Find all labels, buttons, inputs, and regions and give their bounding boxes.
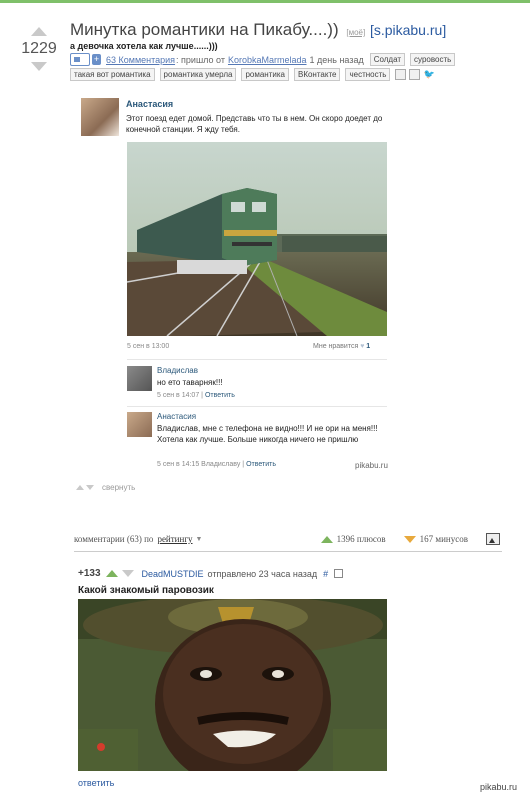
watermark: pikabu.ru (355, 461, 388, 470)
comment-text: Какой знакомый паровозик (78, 585, 214, 596)
comment-score: +133 (78, 568, 101, 579)
comment-time: отправлено 23 часа назад (207, 568, 318, 579)
posted-by-label: : пришло от (176, 54, 225, 65)
sort-select[interactable]: рейтингу (157, 534, 192, 544)
like-count: 1 (366, 343, 371, 350)
downvote-arrow-icon[interactable] (121, 570, 134, 577)
image-icon[interactable] (395, 69, 407, 80)
reply-meta: 5 сен в 14:15 Владиславу | Ответить (157, 461, 276, 468)
avatar (81, 98, 119, 136)
reply-link[interactable]: ответить (78, 778, 114, 788)
vk-reply: Анастасия Владислав, мне с телефона не в… (127, 412, 389, 474)
tag-item[interactable]: такая вот романтика (70, 68, 155, 81)
link-icon[interactable] (409, 69, 421, 80)
downvote-arrow-icon[interactable] (31, 62, 47, 71)
vk-post-screenshot: Анастасия Этот поезд едет домой. Предста… (75, 92, 395, 482)
minuses-stat: 167 минусов (419, 534, 468, 544)
comment-image (78, 599, 387, 771)
divider (127, 359, 387, 360)
comments-count-label: комментарии (63) по (74, 534, 154, 544)
reply-text: но ето таварняк!!! (157, 378, 223, 387)
train-photo (127, 142, 387, 336)
tags-row: такая вот романтика романтика умерла ром… (70, 68, 435, 81)
reply-author: Владислав (157, 366, 198, 375)
image-toggle-icon[interactable] (486, 533, 500, 545)
upvote-arrow-icon[interactable] (105, 570, 118, 577)
post-title[interactable]: Минутка романтики на Пикабу....)) (70, 20, 339, 39)
minus-arrow-icon (403, 535, 416, 543)
comments-icon[interactable] (70, 53, 90, 66)
post-vote-block: 1229 (18, 22, 60, 75)
post-source[interactable]: [s.pikabu.ru] (370, 22, 446, 38)
heart-icon: ♥ (360, 343, 365, 350)
author-link[interactable]: KorobkaMarmelada (228, 55, 307, 65)
tag-item[interactable]: ВКонтакте (293, 68, 341, 81)
posted-time: 1 день назад (309, 54, 364, 65)
divider (74, 551, 502, 552)
train-image (127, 142, 387, 336)
downvote-arrow-icon[interactable] (86, 485, 94, 490)
add-icon[interactable]: + (92, 54, 101, 65)
upvote-arrow-icon[interactable] (31, 27, 47, 36)
vk-author-name: Анастасия (126, 99, 174, 109)
pluses-stat: 1396 плюсов 167 минусов (320, 533, 500, 545)
comment-meta: +133 DeadMUSTDIE отправлено 23 часа наза… (78, 568, 498, 579)
avatar (127, 412, 152, 437)
comments-bar: комментарии (63) по рейтингу ▼ 1396 плюс… (74, 533, 500, 545)
comment-permalink[interactable]: # (323, 569, 328, 579)
comments-link[interactable]: 63 Комментария (106, 55, 175, 65)
divider (127, 406, 387, 407)
tag-item[interactable]: честность (345, 68, 391, 81)
collapse-box-icon[interactable] (334, 569, 344, 578)
vk-reply: Владислав но ето таварняк!!! 5 сен в 14:… (127, 366, 389, 406)
reply-author: Анастасия (157, 412, 197, 421)
comment-item: +133 DeadMUSTDIE отправлено 23 часа наза… (78, 568, 498, 788)
tag-item[interactable]: Солдат (369, 53, 406, 66)
twitter-icon[interactable]: 🐦 (423, 69, 434, 80)
comment-author[interactable]: DeadMUSTDIE (142, 569, 204, 579)
tag-item[interactable]: романтика (241, 68, 289, 81)
tag-item[interactable]: суровость (410, 53, 456, 66)
post-score: 1229 (21, 40, 57, 57)
watermark: pikabu.ru (480, 782, 518, 792)
reply-answer-link[interactable]: Ответить (246, 461, 276, 468)
plus-arrow-icon (320, 535, 333, 543)
vk-post-text: Этот поезд едет домой. Представь что ты … (126, 114, 383, 134)
upvote-arrow-icon[interactable] (76, 485, 84, 490)
like-button[interactable]: Мне нравится ♥ 1 (313, 343, 370, 350)
post-title-row: Минутка романтики на Пикабу....)) [моё] … (70, 20, 446, 40)
tag-item[interactable]: романтика умерла (159, 68, 237, 81)
reply-meta: 5 сен в 14:07 | Ответить (157, 392, 235, 399)
soldier-image (78, 599, 387, 771)
collapse-link[interactable]: свернуть (102, 483, 135, 492)
top-accent-bar (0, 0, 530, 3)
reply-answer-link[interactable]: Ответить (205, 392, 235, 399)
post-subtitle: а девочка хотела как лучше......))) (70, 41, 218, 51)
mine-label[interactable]: [моё] (346, 28, 365, 37)
chevron-down-icon[interactable]: ▼ (196, 535, 203, 543)
reply-text: Владислав, мне с телефона не видно!!! И … (157, 424, 378, 444)
post-meta: + 63 Комментария : пришло от KorobkaMarm… (70, 53, 460, 66)
vk-post-date: 5 сен в 13:00 (127, 343, 170, 350)
collapse-row: свернуть (76, 483, 135, 492)
avatar (127, 366, 152, 391)
